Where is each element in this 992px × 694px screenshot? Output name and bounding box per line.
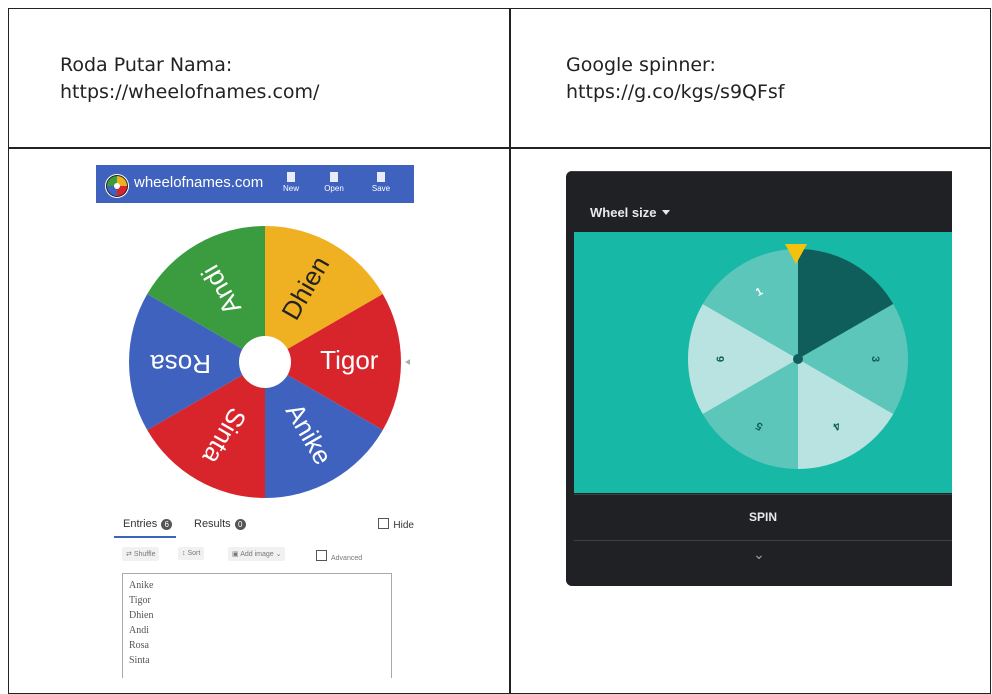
site-title: wheelofnames.com — [134, 174, 264, 191]
right-header-title: Google spinner: — [566, 54, 716, 76]
spinner-area: 123456 — [574, 232, 952, 493]
file-icon — [287, 172, 295, 182]
entries-toolbar: ⇄ Shuffle ↕ Sort ▣ Add image ⌄ Advanced — [116, 543, 404, 567]
open-button[interactable]: Open — [319, 172, 349, 194]
add-image-button[interactable]: ▣ Add image ⌄ — [228, 547, 286, 561]
wheel-size-dropdown[interactable]: Wheel size — [590, 205, 671, 220]
left-header-url: https://wheelofnames.com/ — [60, 81, 320, 103]
pointer-icon — [785, 244, 807, 264]
entry-line: Tigor — [129, 595, 151, 606]
wheelofnames-screenshot: wheelofnames.com New Open Save Dhien Tigo… — [96, 165, 416, 685]
active-tab-indicator — [114, 536, 176, 538]
wheelofnames-logo-icon — [105, 174, 129, 198]
wheel-pointer-icon — [405, 359, 410, 365]
tab-entries[interactable]: Entries 6 — [123, 518, 173, 530]
sort-button[interactable]: ↕ Sort — [178, 547, 205, 560]
wheel-name-label: Rosa — [150, 349, 211, 379]
row-divider — [9, 147, 990, 149]
name-wheel[interactable]: DhienTigorAnikeSintaRosaAndi — [120, 217, 410, 507]
right-header-url: https://g.co/kgs/s9QFsf — [566, 81, 785, 103]
shuffle-button[interactable]: ⇄ Shuffle — [122, 547, 160, 561]
save-button[interactable]: Save — [366, 172, 396, 194]
spinner-number: 3 — [869, 356, 881, 362]
entries-textarea[interactable]: Anike Tigor Dhien Andi Rosa Sinta — [122, 573, 392, 678]
right-header: Google spinner: https://g.co/kgs/s9QFsf — [566, 52, 785, 106]
advanced-checkbox[interactable]: Advanced — [312, 547, 366, 565]
entries-tabs: Entries 6 Results 0 Hide — [96, 510, 414, 540]
entry-line: Anike — [129, 580, 154, 591]
wheelofnames-topbar: wheelofnames.com New Open Save — [96, 165, 414, 203]
hide-checkbox[interactable]: Hide — [378, 518, 414, 531]
entry-line: Dhien — [129, 610, 154, 621]
google-spinner-screenshot: Wheel size 123456 SPIN ⌄ — [566, 171, 952, 586]
spin-button[interactable]: SPIN — [574, 494, 952, 541]
spinner-hub — [793, 354, 803, 364]
wheel-name-label: Tigor — [320, 345, 379, 375]
spinner-number: 6 — [715, 356, 727, 362]
spinner-header: Wheel size — [566, 171, 952, 232]
column-divider — [509, 9, 511, 693]
save-icon — [377, 172, 385, 182]
left-header: Roda Putar Nama: https://wheelofnames.co… — [60, 52, 319, 106]
caret-down-icon — [662, 210, 671, 215]
entry-line: Andi — [129, 625, 149, 636]
entry-line: Sinta — [129, 655, 150, 666]
folder-icon — [330, 172, 338, 182]
entry-line: Rosa — [129, 640, 149, 651]
new-button[interactable]: New — [276, 172, 306, 194]
wheel-center — [239, 336, 291, 388]
number-spinner-wheel[interactable]: 1 23456 — [686, 243, 910, 469]
chevron-down-icon[interactable]: ⌄ — [566, 546, 952, 563]
left-header-title: Roda Putar Nama: — [60, 54, 233, 76]
tab-results[interactable]: Results 0 — [194, 518, 246, 530]
